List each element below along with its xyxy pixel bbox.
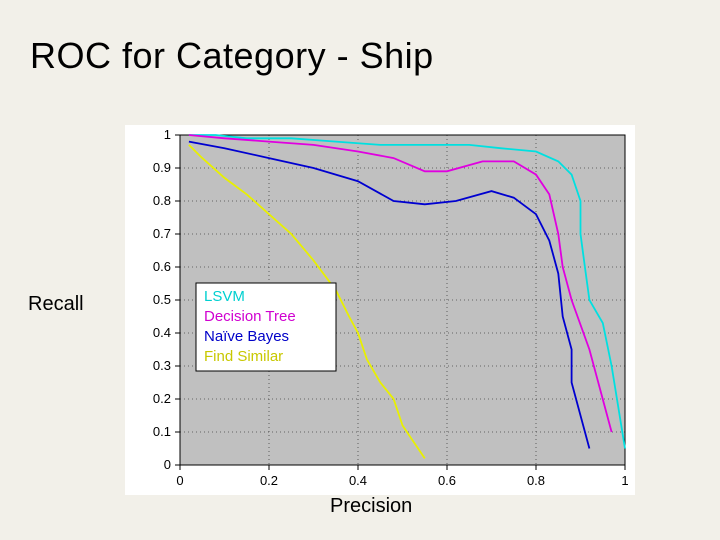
legend-item-1: Decision Tree <box>204 308 296 325</box>
svg-text:0.2: 0.2 <box>153 391 171 406</box>
svg-text:0.6: 0.6 <box>438 473 456 488</box>
roc-chart: 0 0.2 0.4 0.6 0.8 1 0 0.1 0.2 0.3 0.4 0.5 0.6 0.7 0.8 0… <box>125 125 635 495</box>
legend-item-3: Find Similar <box>204 348 283 365</box>
svg-text:0.1: 0.1 <box>153 424 171 439</box>
svg-text:0.4: 0.4 <box>153 325 171 340</box>
page-title: ROC for Category - Ship <box>30 35 434 77</box>
svg-text:0.7: 0.7 <box>153 226 171 241</box>
svg-text:0.4: 0.4 <box>349 473 367 488</box>
svg-text:1: 1 <box>164 127 171 142</box>
x-axis-label: Precision <box>330 495 412 518</box>
svg-text:0.8: 0.8 <box>153 193 171 208</box>
svg-text:0.3: 0.3 <box>153 358 171 373</box>
chart-container: 0 0.2 0.4 0.6 0.8 1 0 0.1 0.2 0.3 0.4 0.5 0.6 0.7 0.8 0… <box>125 125 635 495</box>
svg-text:0.5: 0.5 <box>153 292 171 307</box>
svg-text:0: 0 <box>164 457 171 472</box>
svg-text:0.6: 0.6 <box>153 259 171 274</box>
svg-text:0.8: 0.8 <box>527 473 545 488</box>
svg-text:0.9: 0.9 <box>153 160 171 175</box>
legend-item-2: Naïve Bayes <box>204 328 289 345</box>
legend-item-0: LSVM <box>204 288 245 305</box>
y-axis-label: Recall <box>28 293 84 316</box>
svg-text:0: 0 <box>176 473 183 488</box>
svg-text:0.2: 0.2 <box>260 473 278 488</box>
svg-text:1: 1 <box>621 473 628 488</box>
slide: ROC for Category - Ship Recall 0 0.2 0.4 0.… <box>0 0 720 540</box>
